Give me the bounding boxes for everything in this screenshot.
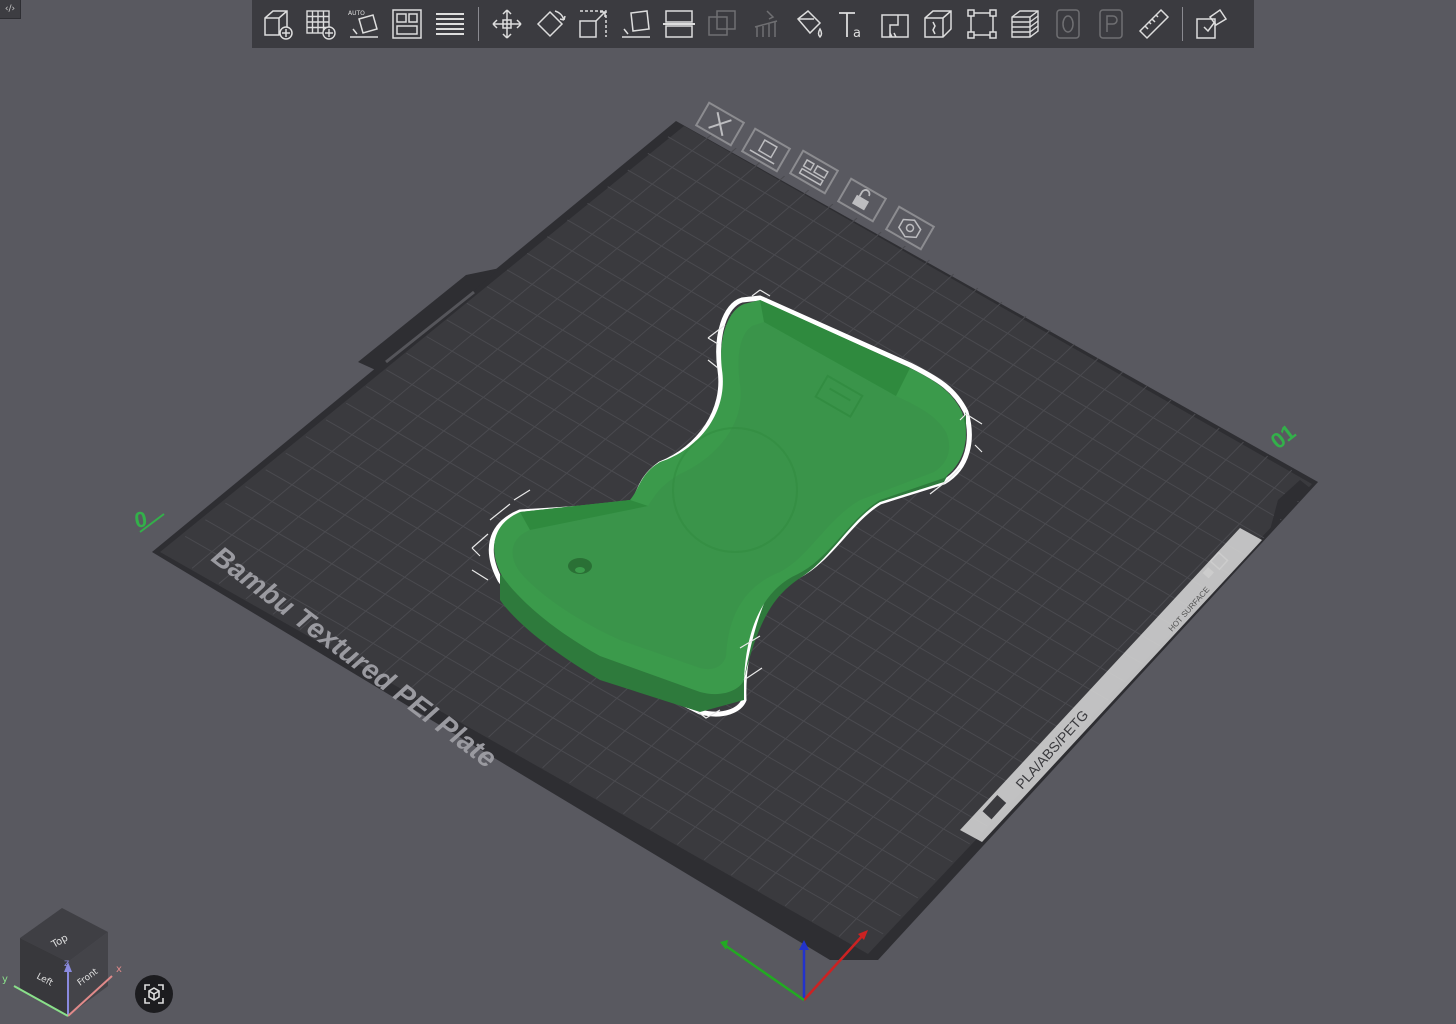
view-cube-z-label: z	[64, 958, 69, 969]
view-cube-y-label: y	[2, 974, 8, 985]
plate-number-label: 01	[1266, 419, 1301, 454]
view-cube-x-label: x	[116, 964, 122, 975]
view-cube[interactable]: Top Left Front x y z	[2, 908, 122, 1017]
plate-lock-icon[interactable]	[836, 177, 888, 223]
plate-settings-icon[interactable]	[884, 205, 936, 251]
origin-label: 0	[133, 506, 149, 533]
zoom-fit-icon	[144, 984, 164, 1004]
3d-viewport[interactable]: Bambu Textured PEI Plate 01 0 PLA/ABS/PE…	[0, 0, 1456, 1024]
zoom-to-fit-button[interactable]	[135, 975, 173, 1013]
plate-arrange-icon[interactable]	[788, 149, 840, 195]
